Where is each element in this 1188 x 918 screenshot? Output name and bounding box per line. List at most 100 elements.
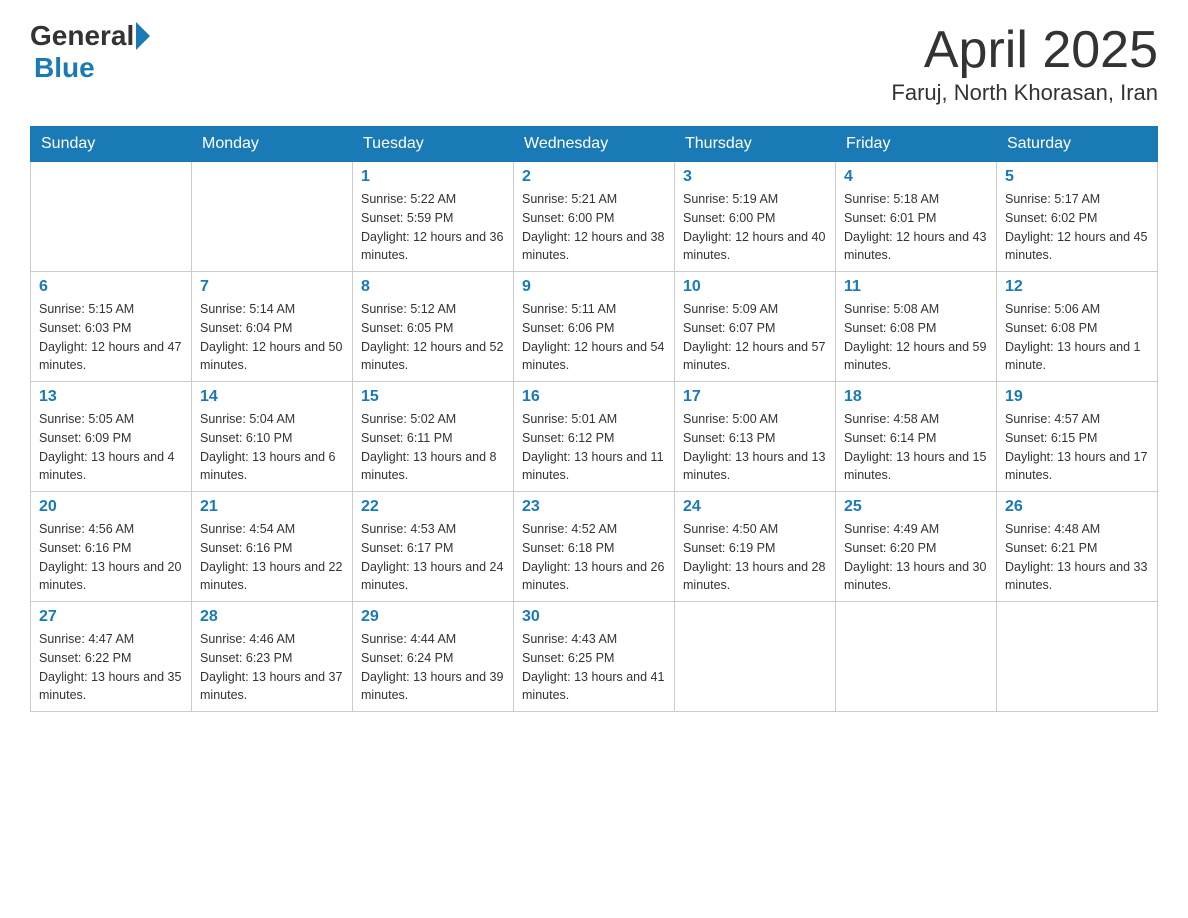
calendar-cell: 8 Sunrise: 5:12 AMSunset: 6:05 PMDaylight… [353,272,514,382]
logo-general-text: General [30,20,134,52]
calendar-week-row: 13Sunrise: 5:05 AMSunset: 6:09 PMDayligh… [31,382,1158,492]
day-info: Sunrise: 4:53 AMSunset: 6:17 PMDaylight:… [361,520,505,595]
day-info: Sunrise: 4:44 AMSunset: 6:24 PMDaylight:… [361,630,505,705]
calendar-cell [192,162,353,272]
calendar-cell: 17 Sunrise: 5:00 AMSunset: 6:13 PMDayligh… [675,382,836,492]
calendar-cell: 11 Sunrise: 5:08 AMSunset: 6:08 PMDayligh… [836,272,997,382]
day-info: Sunrise: 4:52 AMSunset: 6:18 PMDaylight:… [522,520,666,595]
day-number: 23 [522,498,666,516]
day-number: 16 [522,388,666,406]
calendar-cell [31,162,192,272]
day-info: Sunrise: 4:50 AMSunset: 6:19 PMDaylight:… [683,520,827,595]
day-info: Sunrise: 5:19 AMSunset: 6:00 PMDaylight:… [683,190,827,265]
calendar-cell: 10 Sunrise: 5:09 AMSunset: 6:07 PMDayligh… [675,272,836,382]
logo-arrow-icon [136,22,150,50]
day-info: Sunrise: 5:04 AMSunset: 6:10 PMDaylight:… [200,410,344,485]
day-info: Sunrise: 5:09 AMSunset: 6:07 PMDaylight:… [683,300,827,375]
day-number: 19 [1005,388,1149,406]
day-info: Sunrise: 5:08 AMSunset: 6:08 PMDaylight:… [844,300,988,375]
calendar-cell: 19 Sunrise: 4:57 AMSunset: 6:15 PMDayligh… [997,382,1158,492]
day-info: Sunrise: 5:05 AMSunset: 6:09 PMDaylight:… [39,410,183,485]
day-number: 7 [200,278,344,296]
day-info: Sunrise: 4:56 AMSunset: 6:16 PMDaylight:… [39,520,183,595]
day-info: Sunrise: 5:18 AMSunset: 6:01 PMDaylight:… [844,190,988,265]
day-info: Sunrise: 5:17 AMSunset: 6:02 PMDaylight:… [1005,190,1149,265]
day-number: 22 [361,498,505,516]
day-info: Sunrise: 5:02 AMSunset: 6:11 PMDaylight:… [361,410,505,485]
day-info: Sunrise: 4:57 AMSunset: 6:15 PMDaylight:… [1005,410,1149,485]
day-number: 17 [683,388,827,406]
day-number: 28 [200,608,344,626]
calendar-header-sunday: Sunday [31,127,192,162]
day-info: Sunrise: 5:22 AMSunset: 5:59 PMDaylight:… [361,190,505,265]
day-info: Sunrise: 4:58 AMSunset: 6:14 PMDaylight:… [844,410,988,485]
calendar-header-row: SundayMondayTuesdayWednesdayThursdayFrid… [31,127,1158,162]
logo-blue-text: Blue [34,52,95,84]
calendar-cell: 21 Sunrise: 4:54 AMSunset: 6:16 PMDayligh… [192,492,353,602]
day-number: 11 [844,278,988,296]
day-info: Sunrise: 5:06 AMSunset: 6:08 PMDaylight:… [1005,300,1149,375]
day-info: Sunrise: 4:46 AMSunset: 6:23 PMDaylight:… [200,630,344,705]
calendar-cell: 15 Sunrise: 5:02 AMSunset: 6:11 PMDayligh… [353,382,514,492]
calendar-cell: 22 Sunrise: 4:53 AMSunset: 6:17 PMDayligh… [353,492,514,602]
day-info: Sunrise: 5:15 AMSunset: 6:03 PMDaylight:… [39,300,183,375]
calendar-cell: 16 Sunrise: 5:01 AMSunset: 6:12 PMDayligh… [514,382,675,492]
day-number: 6 [39,278,183,296]
calendar-cell: 3 Sunrise: 5:19 AMSunset: 6:00 PMDaylight… [675,162,836,272]
day-info: Sunrise: 5:21 AMSunset: 6:00 PMDaylight:… [522,190,666,265]
day-info: Sunrise: 4:54 AMSunset: 6:16 PMDaylight:… [200,520,344,595]
day-number: 3 [683,168,827,186]
calendar-cell: 14 Sunrise: 5:04 AMSunset: 6:10 PMDayligh… [192,382,353,492]
day-number: 30 [522,608,666,626]
calendar-title: April 2025 [891,20,1158,80]
calendar-cell [675,602,836,712]
day-info: Sunrise: 5:01 AMSunset: 6:12 PMDaylight:… [522,410,666,485]
day-number: 8 [361,278,505,296]
calendar-cell: 12 Sunrise: 5:06 AMSunset: 6:08 PMDayligh… [997,272,1158,382]
day-info: Sunrise: 4:48 AMSunset: 6:21 PMDaylight:… [1005,520,1149,595]
calendar-cell: 30 Sunrise: 4:43 AMSunset: 6:25 PMDayligh… [514,602,675,712]
calendar-cell: 24 Sunrise: 4:50 AMSunset: 6:19 PMDayligh… [675,492,836,602]
day-number: 14 [200,388,344,406]
calendar-cell: 27Sunrise: 4:47 AMSunset: 6:22 PMDayligh… [31,602,192,712]
calendar-header-wednesday: Wednesday [514,127,675,162]
day-number: 15 [361,388,505,406]
calendar-table: SundayMondayTuesdayWednesdayThursdayFrid… [30,126,1158,712]
calendar-week-row: 6 Sunrise: 5:15 AMSunset: 6:03 PMDaylight… [31,272,1158,382]
day-number: 9 [522,278,666,296]
calendar-cell: 18 Sunrise: 4:58 AMSunset: 6:14 PMDayligh… [836,382,997,492]
location-title: Faruj, North Khorasan, Iran [891,80,1158,106]
day-number: 25 [844,498,988,516]
calendar-cell: 6 Sunrise: 5:15 AMSunset: 6:03 PMDaylight… [31,272,192,382]
calendar-cell: 1Sunrise: 5:22 AMSunset: 5:59 PMDaylight… [353,162,514,272]
calendar-cell: 20 Sunrise: 4:56 AMSunset: 6:16 PMDayligh… [31,492,192,602]
calendar-cell: 25Sunrise: 4:49 AMSunset: 6:20 PMDayligh… [836,492,997,602]
calendar-cell: 9 Sunrise: 5:11 AMSunset: 6:06 PMDaylight… [514,272,675,382]
calendar-cell: 23 Sunrise: 4:52 AMSunset: 6:18 PMDayligh… [514,492,675,602]
calendar-cell [997,602,1158,712]
day-info: Sunrise: 5:00 AMSunset: 6:13 PMDaylight:… [683,410,827,485]
day-info: Sunrise: 5:11 AMSunset: 6:06 PMDaylight:… [522,300,666,375]
day-number: 29 [361,608,505,626]
calendar-cell: 7 Sunrise: 5:14 AMSunset: 6:04 PMDaylight… [192,272,353,382]
calendar-cell [836,602,997,712]
day-number: 12 [1005,278,1149,296]
day-info: Sunrise: 4:43 AMSunset: 6:25 PMDaylight:… [522,630,666,705]
calendar-header-tuesday: Tuesday [353,127,514,162]
calendar-cell: 26Sunrise: 4:48 AMSunset: 6:21 PMDayligh… [997,492,1158,602]
day-info: Sunrise: 4:47 AMSunset: 6:22 PMDaylight:… [39,630,183,705]
day-number: 18 [844,388,988,406]
calendar-header-thursday: Thursday [675,127,836,162]
day-info: Sunrise: 5:12 AMSunset: 6:05 PMDaylight:… [361,300,505,375]
day-number: 24 [683,498,827,516]
page-header: General Blue April 2025 Faruj, North Kho… [30,20,1158,106]
day-number: 21 [200,498,344,516]
day-number: 5 [1005,168,1149,186]
calendar-cell: 29 Sunrise: 4:44 AMSunset: 6:24 PMDayligh… [353,602,514,712]
day-number: 4 [844,168,988,186]
day-info: Sunrise: 5:14 AMSunset: 6:04 PMDaylight:… [200,300,344,375]
day-number: 2 [522,168,666,186]
day-number: 10 [683,278,827,296]
calendar-week-row: 27Sunrise: 4:47 AMSunset: 6:22 PMDayligh… [31,602,1158,712]
day-number: 20 [39,498,183,516]
